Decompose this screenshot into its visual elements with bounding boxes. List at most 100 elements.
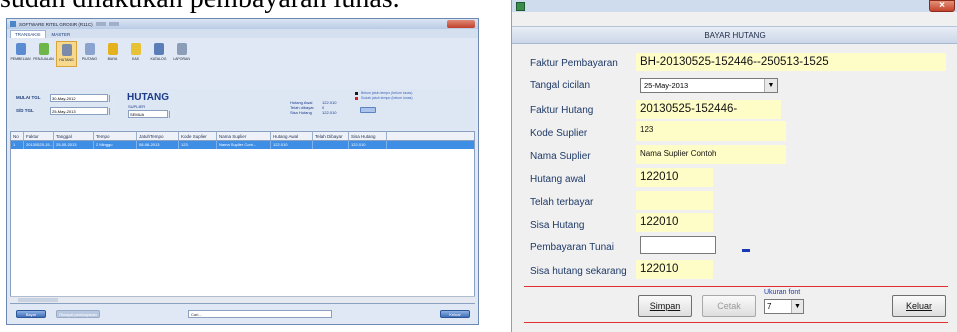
cetak-label: Cetak: [717, 301, 741, 311]
table-body: 1 20130525-15... 25-05-2013 2 Minggu 08-06-2…: [11, 141, 474, 149]
mulai-tgl-label: MULAI TGL: [16, 95, 41, 100]
horizontal-scrollbar[interactable]: [10, 296, 475, 303]
column-header[interactable]: Hutang Awal: [271, 132, 313, 140]
column-header[interactable]: Tanggal: [54, 132, 94, 140]
suplier-select[interactable]: SEMUA: [128, 110, 168, 118]
tanggal-cicilan-picker[interactable]: 25-May-2013 ▼: [640, 78, 778, 93]
sd-tgl-label: S/D TGL: [16, 108, 34, 113]
table-cell: Nama Suplier Cont...: [217, 141, 271, 149]
column-header[interactable]: Faktur: [24, 132, 54, 140]
simpan-button[interactable]: Simpan: [638, 295, 692, 317]
separator-top: [524, 286, 948, 287]
ribbon-label: KAS: [131, 57, 139, 61]
table-cell: 122.010: [271, 141, 313, 149]
ribbon-button-piutang[interactable]: PIUTANG: [79, 41, 100, 67]
simpan-label: Simpan: [649, 301, 681, 311]
pembayaran-tunai-input[interactable]: [640, 236, 716, 254]
sisa-hutang-field[interactable]: 122010: [636, 213, 713, 232]
ribbon-tabs: TRANSAKSI MASTER: [7, 29, 478, 38]
ribbon-label: PENJUALAN: [33, 57, 54, 61]
hutang-table: No Faktur Tanggal Tempo JatuhTempo Kode Supli…: [10, 131, 475, 304]
ribbon-button-biaya[interactable]: BIAYA: [102, 41, 123, 67]
separator-bottom: [524, 322, 948, 323]
dialog-titlebar: [512, 0, 957, 12]
column-header[interactable]: JatuhTempo: [137, 132, 179, 140]
hutang-list-window: SOFTWARE RITEL GROSIR (R11C) TRANSAKSI M…: [6, 18, 479, 325]
sisa-hutang-sekarang-label: Sisa hutang sekarang: [530, 266, 627, 277]
table-cell: 08-06-2013: [137, 141, 179, 149]
keluar-button[interactable]: Keluar: [440, 310, 470, 318]
sisa-hutang-value: 122.010: [322, 110, 337, 115]
ribbon-label: LAPORAN: [173, 57, 190, 61]
close-button[interactable]: ×: [929, 0, 955, 12]
gear-icon: [107, 43, 118, 55]
keluar-button[interactable]: Keluar: [892, 295, 946, 317]
tanggal-cicilan-label: Tangal cicilan: [530, 80, 591, 91]
pembayaran-tunai-label: Pembayaran Tunai: [530, 242, 614, 253]
kode-suplier-label: Kode Suplier: [530, 128, 588, 139]
window-controls[interactable]: [447, 20, 475, 28]
refresh-button[interactable]: [360, 107, 376, 113]
ribbon-label: KATALOG: [150, 57, 167, 61]
window-titlebar: SOFTWARE RITEL GROSIR (R11C): [7, 19, 478, 29]
keluar-label: Keluar: [905, 301, 932, 311]
column-header[interactable]: No: [11, 132, 24, 140]
table-header: No Faktur Tanggal Tempo JatuhTempo Kode Supli…: [11, 132, 474, 141]
cetak-button[interactable]: Cetak: [702, 295, 756, 317]
cart-icon: [38, 43, 49, 55]
ribbon-button-pembelian[interactable]: PEMBELIAN: [10, 41, 31, 67]
chevron-down-icon[interactable]: [109, 95, 115, 102]
ribbon-label: PEMBELIAN: [10, 57, 31, 61]
chevron-down-icon[interactable]: [109, 108, 115, 115]
ribbon-button-katalog[interactable]: KATALOG: [148, 41, 169, 67]
dash-indicator: [742, 249, 750, 252]
chevron-down-icon[interactable]: ▼: [791, 300, 803, 313]
column-header[interactable]: Sisa Hutang: [349, 132, 387, 140]
dialog-header: BAYAR HUTANG: [512, 26, 957, 44]
hutang-awal-field[interactable]: 122010: [636, 168, 713, 187]
tab-transaksi[interactable]: TRANSAKSI: [10, 30, 46, 38]
close-icon: ×: [939, 0, 945, 11]
bayar-hutang-dialog: × BAYAR HUTANG Faktur Pembayaran BH-2013…: [511, 0, 957, 332]
chevron-down-icon[interactable]: ▼: [764, 79, 777, 92]
table-cell: 1: [11, 141, 24, 149]
mulai-tgl-input[interactable]: 30-May-2012: [50, 94, 108, 102]
legend-sudah-jatuh-tempo: Sudah jatuh tempo (belum lunas): [361, 96, 413, 100]
bayar-button[interactable]: Bayar: [16, 310, 46, 318]
sisa-hutang-label: Sisa Hutang: [530, 220, 585, 231]
ukuran-font-value: 7: [767, 302, 772, 311]
telah-terbayar-field[interactable]: [636, 191, 713, 210]
table-row[interactable]: 1 20130525-15... 25-05-2013 2 Minggu 08-06-2…: [11, 141, 474, 149]
legend-swatch-red: [355, 97, 358, 100]
column-header[interactable]: Tempo: [94, 132, 137, 140]
faktur-pembayaran-label: Faktur Pembayaran: [530, 58, 618, 69]
suplier-label: SUPLIER: [128, 104, 146, 109]
tab-master[interactable]: MASTER: [48, 31, 75, 38]
faktur-pembayaran-field[interactable]: BH-20130525-152446--250513-1525: [636, 53, 946, 71]
table-cell: 20130525-15...: [26, 141, 54, 149]
faktur-hutang-field[interactable]: 20130525-152446-: [636, 100, 781, 119]
column-header[interactable]: Telah Dibayar: [313, 132, 349, 140]
ribbon-label: PIUTANG: [81, 57, 98, 61]
hutang-awal-label: Hutang awal: [530, 174, 586, 185]
sd-tgl-input[interactable]: 25-May-2013: [50, 107, 108, 115]
column-header[interactable]: Kode Suplier: [179, 132, 217, 140]
ribbon-button-hutang[interactable]: HUTANG: [56, 41, 77, 67]
ukuran-font-select[interactable]: 7 ▼: [764, 299, 804, 314]
ribbon-toolbar: PEMBELIAN PENJUALAN HUTANG PIUTANG BIAYA KAS K…: [10, 41, 236, 69]
nama-suplier-label: Nama Suplier: [530, 151, 591, 162]
ribbon-button-kas[interactable]: KAS: [125, 41, 146, 67]
document-text: sudah dilakukan pembayaran lunas.: [0, 0, 400, 15]
truck-icon: [15, 43, 26, 55]
nama-suplier-field[interactable]: Nama Suplier Contoh: [636, 145, 786, 164]
search-input[interactable]: Cari...: [188, 310, 332, 318]
ribbon-button-penjualan[interactable]: PENJUALAN: [33, 41, 54, 67]
kode-suplier-field[interactable]: 123: [636, 121, 786, 141]
sisa-hutang-sekarang-field[interactable]: 122010: [636, 260, 713, 279]
document-icon: [61, 44, 72, 56]
chevron-down-icon[interactable]: [169, 111, 175, 118]
column-header[interactable]: Nama Suplier: [217, 132, 271, 140]
ribbon-button-laporan[interactable]: LAPORAN: [171, 41, 192, 67]
table-cell: 123: [179, 141, 217, 149]
riwayat-pembayaran-button[interactable]: Riwayat pembayaran: [56, 310, 100, 318]
